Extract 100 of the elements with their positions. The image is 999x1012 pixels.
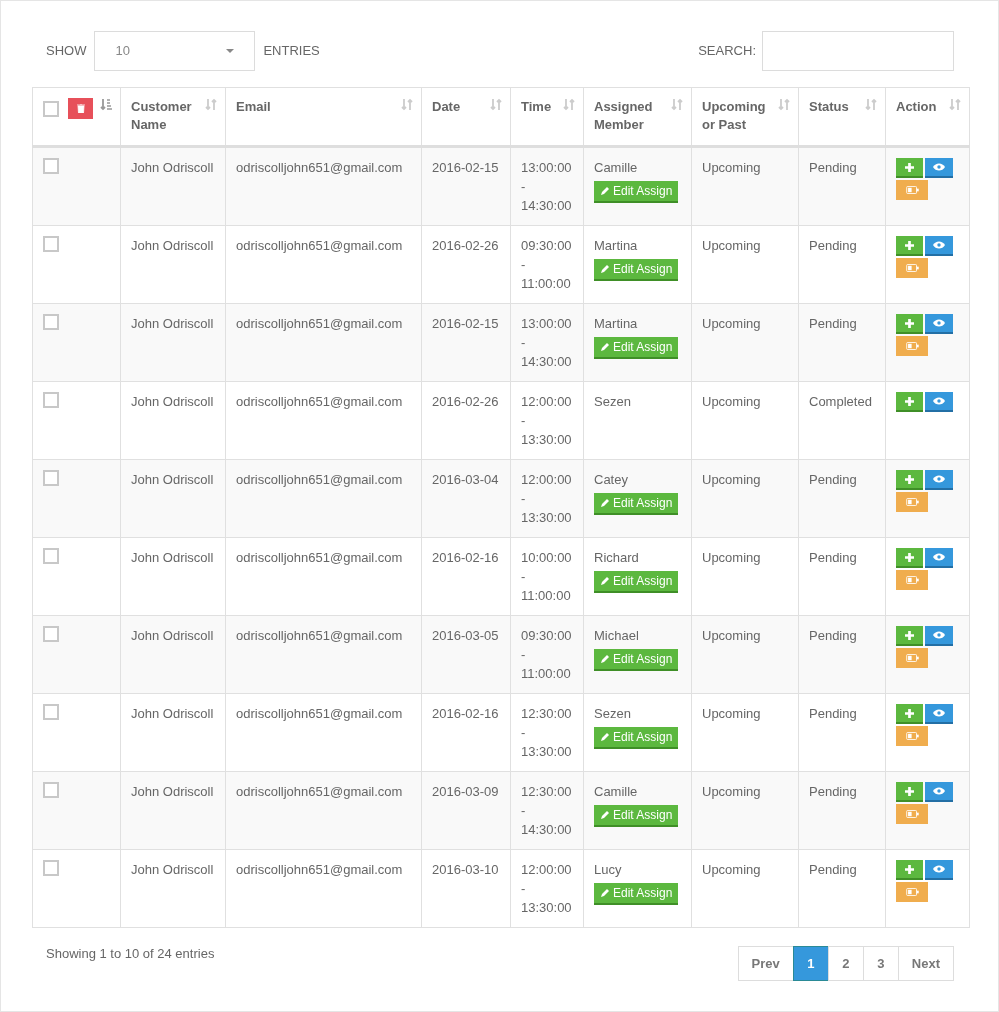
- email: odriscolljohn651@gmail.com: [236, 706, 403, 721]
- add-button[interactable]: [896, 704, 923, 724]
- sort-icon[interactable]: [205, 98, 217, 111]
- column-header[interactable]: Status: [809, 98, 875, 116]
- page-button[interactable]: 2: [827, 946, 864, 981]
- date: 2016-03-05: [432, 628, 499, 643]
- column-header[interactable]: Email: [236, 98, 411, 116]
- search-label: SEARCH:: [698, 42, 756, 61]
- view-button[interactable]: [925, 392, 953, 412]
- column-header[interactable]: Upcoming or Past: [702, 98, 788, 134]
- view-button[interactable]: [925, 860, 953, 880]
- add-button[interactable]: [896, 548, 923, 568]
- eye-icon: [933, 787, 945, 795]
- sort-icon[interactable]: [563, 98, 575, 111]
- edit-assign-button[interactable]: Edit Assign: [594, 259, 679, 281]
- timing: Upcoming: [702, 160, 761, 175]
- sort-icon[interactable]: [778, 98, 790, 111]
- battery-icon: [905, 888, 919, 896]
- checkbox[interactable]: [43, 548, 59, 564]
- checkbox[interactable]: [43, 100, 59, 117]
- customer-name: John Odriscoll: [131, 315, 215, 333]
- checkbox[interactable]: [43, 392, 59, 408]
- time: 09:30:00 - 11:00:00: [521, 627, 573, 683]
- edit-assign-button[interactable]: Edit Assign: [594, 805, 679, 827]
- edit-assign-button[interactable]: Edit Assign: [594, 493, 679, 515]
- add-button[interactable]: [896, 236, 923, 256]
- view-button[interactable]: [925, 314, 953, 334]
- customer-name: John Odriscoll: [131, 393, 215, 411]
- edit-assign-button[interactable]: Edit Assign: [594, 337, 679, 359]
- toggle-button[interactable]: [896, 570, 928, 590]
- entries-select[interactable]: 10: [94, 31, 256, 71]
- add-button[interactable]: [896, 158, 923, 178]
- sort-icon[interactable]: [490, 98, 502, 111]
- checkbox[interactable]: [43, 236, 59, 252]
- toggle-button[interactable]: [896, 258, 928, 278]
- column-header[interactable]: Customer Name: [131, 98, 215, 134]
- toggle-button[interactable]: [896, 180, 928, 200]
- add-button[interactable]: [896, 626, 923, 646]
- page-button[interactable]: 1: [792, 946, 829, 981]
- column-header[interactable]: Action: [896, 98, 959, 116]
- view-button[interactable]: [925, 626, 953, 646]
- checkbox[interactable]: [43, 626, 59, 642]
- checkbox[interactable]: [43, 314, 59, 330]
- date: 2016-02-15: [432, 316, 499, 331]
- toggle-button[interactable]: [896, 648, 928, 668]
- customer-name: John Odriscoll: [131, 237, 215, 255]
- sort-icon[interactable]: [401, 98, 413, 111]
- checkbox[interactable]: [43, 860, 59, 876]
- search-field[interactable]: [762, 31, 954, 71]
- edit-assign-button[interactable]: Edit Assign: [594, 181, 679, 203]
- column-header[interactable]: Assigned Member: [594, 98, 681, 134]
- sort-icon[interactable]: [865, 98, 877, 111]
- toggle-button[interactable]: [896, 492, 928, 512]
- status: Pending: [809, 316, 857, 331]
- plus-icon: [905, 162, 914, 172]
- time: 12:00:00 - 13:30:00: [521, 393, 573, 449]
- edit-assign-button[interactable]: Edit Assign: [594, 571, 679, 593]
- page-button[interactable]: Next: [897, 946, 954, 981]
- sort-icon[interactable]: [100, 98, 112, 111]
- view-button[interactable]: [925, 704, 953, 724]
- plus-icon: [905, 786, 914, 796]
- toggle-button[interactable]: [896, 882, 928, 902]
- delete-button[interactable]: [68, 98, 93, 119]
- view-button[interactable]: [925, 548, 953, 568]
- timing: Upcoming: [702, 472, 761, 487]
- member-name: Lucy: [594, 861, 623, 879]
- page-button[interactable]: Prev: [737, 946, 794, 981]
- edit-assign-button[interactable]: Edit Assign: [594, 883, 679, 905]
- add-button[interactable]: [896, 470, 923, 490]
- column-header[interactable]: Time: [521, 98, 573, 116]
- time: 10:00:00 - 11:00:00: [521, 549, 573, 605]
- add-button[interactable]: [896, 392, 923, 412]
- view-button[interactable]: [925, 470, 953, 490]
- column-header[interactable]: Date: [432, 98, 500, 116]
- toggle-button[interactable]: [896, 336, 928, 356]
- checkbox[interactable]: [43, 158, 59, 174]
- status: Pending: [809, 550, 857, 565]
- customer-name: John Odriscoll: [131, 705, 215, 723]
- sort-icon[interactable]: [949, 98, 961, 111]
- toggle-button[interactable]: [896, 804, 928, 824]
- email: odriscolljohn651@gmail.com: [236, 160, 403, 175]
- edit-assign-button[interactable]: Edit Assign: [594, 649, 679, 671]
- checkbox[interactable]: [43, 704, 59, 720]
- checkbox[interactable]: [43, 782, 59, 798]
- page-button[interactable]: 3: [862, 946, 899, 981]
- edit-assign-button[interactable]: Edit Assign: [594, 727, 679, 749]
- view-button[interactable]: [925, 782, 953, 802]
- checkbox[interactable]: [43, 470, 59, 486]
- add-button[interactable]: [896, 860, 923, 880]
- view-button[interactable]: [925, 158, 953, 178]
- status: Completed: [809, 394, 872, 409]
- view-button[interactable]: [925, 236, 953, 256]
- battery-icon: [905, 576, 919, 584]
- sort-icon[interactable]: [671, 98, 683, 111]
- customer-name: John Odriscoll: [131, 627, 215, 645]
- date: 2016-02-15: [432, 160, 499, 175]
- add-button[interactable]: [896, 782, 923, 802]
- toggle-button[interactable]: [896, 726, 928, 746]
- member-name: Martina: [594, 237, 639, 255]
- add-button[interactable]: [896, 314, 923, 334]
